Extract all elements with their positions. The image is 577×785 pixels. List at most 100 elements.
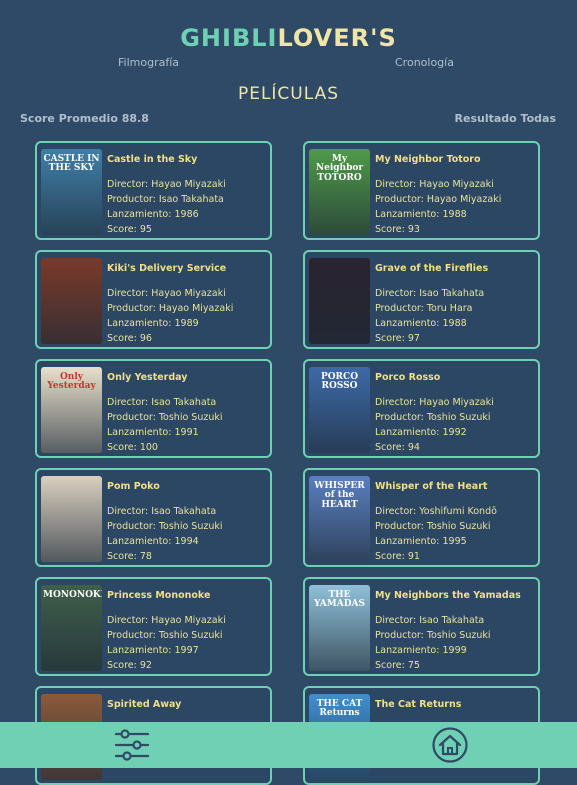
poster-title: My Neighbor TOTORO — [315, 154, 364, 183]
film-producer: Productor: Hayao Miyazaki — [375, 192, 534, 207]
producer-value: Isao Takahata — [158, 194, 224, 205]
film-producer: Productor: Toshio Suzuki — [375, 519, 534, 534]
film-title[interactable]: Kiki's Delivery Service — [107, 261, 266, 276]
score-value: 94 — [407, 442, 420, 453]
home-button[interactable] — [431, 726, 469, 764]
director-value: Yoshifumi Kondō — [419, 506, 497, 517]
film-producer: Productor: Toshio Suzuki — [107, 410, 266, 425]
release-label: Lanzamiento: — [107, 645, 172, 656]
director-value: Hayao Miyazaki — [419, 179, 494, 190]
producer-label: Productor: — [375, 412, 424, 423]
score-label: Score: — [107, 660, 137, 671]
producer-value: Hayao Miyazaki — [426, 194, 502, 205]
film-poster: My Neighbor TOTORO — [309, 149, 370, 235]
nav-filmography[interactable]: Filmografía — [118, 56, 179, 69]
film-info: Princess Mononoke Director: Hayao Miyazak… — [107, 588, 266, 673]
director-label: Director: — [375, 615, 417, 626]
film-info: Castle in the Sky Director: Hayao Miyazak… — [107, 152, 266, 237]
film-card[interactable]: My Neighbor TOTORO My Neighbor Totoro Dire… — [303, 141, 540, 240]
director-label: Director: — [107, 288, 149, 299]
director-label: Director: — [375, 506, 417, 517]
filter-button[interactable] — [113, 726, 151, 764]
film-score: Score: 78 — [107, 549, 266, 564]
film-poster — [309, 258, 370, 344]
film-title[interactable]: The Cat Returns — [375, 697, 534, 712]
score-label: Score: — [375, 224, 405, 235]
film-title[interactable]: Grave of the Fireflies — [375, 261, 534, 276]
director-value: Hayao Miyazaki — [151, 288, 226, 299]
film-card[interactable]: MONONOKE Princess Mononoke Director: Hayao… — [35, 577, 272, 676]
film-release: Lanzamiento: 1989 — [107, 316, 266, 331]
film-title[interactable]: Castle in the Sky — [107, 152, 266, 167]
release-value: 1988 — [442, 209, 467, 220]
director-value: Hayao Miyazaki — [419, 397, 494, 408]
score-value: 78 — [139, 551, 152, 562]
film-card[interactable]: Grave of the Fireflies Director: Isao Tak… — [303, 250, 540, 349]
film-card[interactable]: Kiki's Delivery Service Director: Hayao M… — [35, 250, 272, 349]
film-poster: CASTLE IN THE SKY — [41, 149, 102, 235]
film-card[interactable]: CASTLE IN THE SKY Castle in the Sky Direct… — [35, 141, 272, 240]
film-info: Grave of the Fireflies Director: Isao Tak… — [375, 261, 534, 346]
producer-value: Toshio Suzuki — [158, 412, 223, 423]
release-label: Lanzamiento: — [375, 645, 440, 656]
release-label: Lanzamiento: — [375, 427, 440, 438]
director-value: Isao Takahata — [151, 506, 217, 517]
film-director: Director: Hayao Miyazaki — [107, 613, 266, 628]
producer-value: Toshio Suzuki — [426, 412, 491, 423]
film-release: Lanzamiento: 1991 — [107, 425, 266, 440]
film-release: Lanzamiento: 1988 — [375, 316, 534, 331]
poster-title: WHISPER of the HEART — [314, 481, 365, 510]
film-poster — [41, 476, 102, 562]
home-icon — [432, 727, 468, 763]
film-title[interactable]: My Neighbors the Yamadas — [375, 588, 534, 603]
film-poster: MONONOKE — [41, 585, 102, 671]
film-release: Lanzamiento: 1986 — [107, 207, 266, 222]
release-value: 1994 — [174, 536, 199, 547]
score-label: Score: — [375, 333, 405, 344]
film-director: Director: Yoshifumi Kondō — [375, 504, 534, 519]
film-title[interactable]: Spirited Away — [107, 697, 266, 712]
producer-value: Hayao Miyazaki — [158, 303, 234, 314]
film-card[interactable]: WHISPER of the HEART Whisper of the Heart… — [303, 468, 540, 567]
film-card[interactable]: PORCO ROSSO Porco Rosso Director: Hayao Mi… — [303, 359, 540, 458]
score-value: 97 — [407, 333, 420, 344]
film-producer: Productor: Toshio Suzuki — [107, 519, 266, 534]
producer-label: Productor: — [107, 412, 156, 423]
film-title[interactable]: Only Yesterday — [107, 370, 266, 385]
result-filter[interactable]: Resultado Todas — [455, 112, 556, 125]
director-value: Isao Takahata — [419, 288, 485, 299]
film-director: Director: Isao Takahata — [375, 286, 534, 301]
film-info: The Cat Returns — [375, 697, 534, 722]
producer-label: Productor: — [375, 303, 424, 314]
film-title[interactable]: Porco Rosso — [375, 370, 534, 385]
film-card[interactable]: Pom Poko Director: Isao Takahata Productor… — [35, 468, 272, 567]
bottom-bar — [0, 722, 577, 768]
release-value: 1992 — [442, 427, 467, 438]
film-card[interactable]: THE YAMADAS My Neighbors the Yamadas Direc… — [303, 577, 540, 676]
score-value: 96 — [139, 333, 152, 344]
producer-label: Productor: — [375, 630, 424, 641]
film-score: Score: 94 — [375, 440, 534, 455]
director-label: Director: — [107, 397, 149, 408]
film-title[interactable]: Pom Poko — [107, 479, 266, 494]
film-producer: Productor: Toshio Suzuki — [107, 628, 266, 643]
poster-title: PORCO ROSSO — [320, 372, 359, 392]
section-title: PELÍCULAS — [237, 84, 340, 104]
film-info: My Neighbors the Yamadas Director: Isao T… — [375, 588, 534, 673]
film-poster: Only Yesterday — [41, 367, 102, 453]
release-label: Lanzamiento: — [375, 209, 440, 220]
film-producer: Productor: Isao Takahata — [107, 192, 266, 207]
film-card[interactable]: Only Yesterday Only Yesterday Director: Is… — [35, 359, 272, 458]
film-info: Kiki's Delivery Service Director: Hayao M… — [107, 261, 266, 346]
film-title[interactable]: Whisper of the Heart — [375, 479, 534, 494]
film-release: Lanzamiento: 1994 — [107, 534, 266, 549]
film-score: Score: 95 — [107, 222, 266, 237]
director-label: Director: — [375, 288, 417, 299]
director-value: Hayao Miyazaki — [151, 615, 226, 626]
film-director: Director: Hayao Miyazaki — [375, 177, 534, 192]
release-value: 1991 — [174, 427, 199, 438]
film-director: Director: Isao Takahata — [107, 395, 266, 410]
film-title[interactable]: Princess Mononoke — [107, 588, 266, 603]
nav-chronology[interactable]: Cronología — [395, 56, 454, 69]
film-title[interactable]: My Neighbor Totoro — [375, 152, 534, 167]
